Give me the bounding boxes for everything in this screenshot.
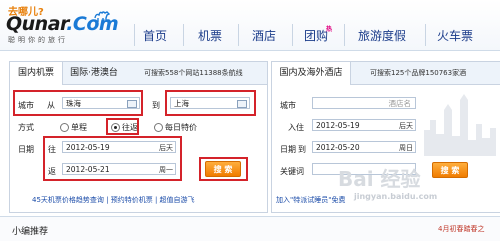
- highlight-from-city: [13, 90, 143, 116]
- logo-text-a: Qunar: [6, 13, 67, 35]
- spring-promo-link[interactable]: 4月初春踏春之: [438, 224, 484, 234]
- one-way-radio[interactable]: [60, 123, 69, 132]
- tab-hotels[interactable]: 国内及海外酒店: [272, 62, 351, 85]
- trip-type-label: 方式: [18, 123, 34, 132]
- hot-badge: 热: [326, 26, 333, 33]
- checkin-label: 入住: [288, 123, 304, 132]
- highlight-round-trip: [106, 118, 139, 135]
- nav-vacation[interactable]: 旅游度假: [358, 27, 406, 44]
- nav-home[interactable]: 首页: [143, 27, 167, 44]
- nav-divider: [425, 24, 426, 46]
- highlight-to-city: [165, 90, 256, 116]
- hotel-city-label: 城市: [280, 101, 296, 110]
- nav-group-buy[interactable]: 团购: [304, 27, 328, 44]
- nav-divider: [183, 24, 184, 46]
- nav-divider: [134, 24, 135, 46]
- recommend-bar: 小编推荐 4月初春踏春之: [0, 216, 500, 241]
- daily-deal-label: 每日特价: [165, 123, 197, 132]
- flight-links[interactable]: 45天机票价格趋势查询 | 预约特价机票 | 超值自游飞: [32, 195, 195, 205]
- hotel-search-button[interactable]: 搜 索: [432, 162, 468, 178]
- camel-icon: [94, 11, 110, 22]
- checkout-date-input[interactable]: 2012-05-20 周日: [312, 141, 416, 153]
- checkin-date-input[interactable]: 2012-05-19 后天: [312, 119, 416, 131]
- tab-domestic-flights[interactable]: 国内机票: [10, 62, 63, 85]
- keyword-label: 关键词: [280, 167, 304, 176]
- to-label: 到: [152, 101, 160, 110]
- daily-deal-radio[interactable]: [154, 123, 163, 132]
- one-way-label: 单程: [71, 123, 87, 132]
- hotel-source-note: 可搜索125个品牌150763家酒: [370, 69, 467, 77]
- baidu-watermark: Bai 经验: [338, 167, 421, 191]
- nav-divider: [238, 24, 239, 46]
- watermark-url: jingyan.baidu.com: [354, 192, 438, 201]
- highlight-dates: [43, 136, 182, 181]
- checkout-date-value: 2012-05-20: [316, 143, 360, 152]
- recommend-title: 小编推荐: [12, 227, 49, 237]
- site-header: 去哪儿? Qunar.Com 聪明你的旅行 首页 机票 酒店 团购 热 旅游度假…: [0, 0, 500, 51]
- nav-hotels[interactable]: 酒店: [252, 27, 276, 44]
- date-label: 日期: [18, 145, 34, 154]
- city-skyline-image: [424, 94, 496, 156]
- flight-source-note: 可搜索558个网站11388条航线: [144, 69, 243, 77]
- hotel-links[interactable]: 加入"特派试睡员"免费: [276, 195, 345, 205]
- checkout-date-hint: 周日: [399, 144, 413, 152]
- hotel-city-placeholder: 酒店名: [388, 99, 412, 108]
- hotel-city-input[interactable]: 酒店名: [312, 97, 416, 109]
- hotel-date-label: 日期: [280, 145, 296, 154]
- logo-text-b: .Com: [66, 13, 119, 35]
- checkin-date-hint: 后天: [399, 122, 413, 130]
- nav-flights[interactable]: 机票: [198, 27, 222, 44]
- flight-search-panel: 国内机票 国际·港澳台 可搜索558个网站11388条航线 城市 从 珠海 到 …: [9, 61, 268, 213]
- tab-international-flights[interactable]: 国际·港澳台: [64, 62, 124, 84]
- hotel-tabbar: 国内及海外酒店 可搜索125个品牌150763家酒: [272, 62, 500, 85]
- checkout-label: 到: [298, 145, 306, 154]
- nav-divider: [292, 24, 293, 46]
- nav-divider: [344, 24, 345, 46]
- nav-train[interactable]: 火车票: [437, 27, 473, 44]
- flight-tabbar: 国内机票 国际·港澳台 可搜索558个网站11388条航线: [10, 62, 267, 85]
- logo-tagline: 聪明你的旅行: [8, 36, 68, 44]
- checkin-date-value: 2012-05-19: [316, 121, 360, 130]
- highlight-search: [199, 157, 248, 181]
